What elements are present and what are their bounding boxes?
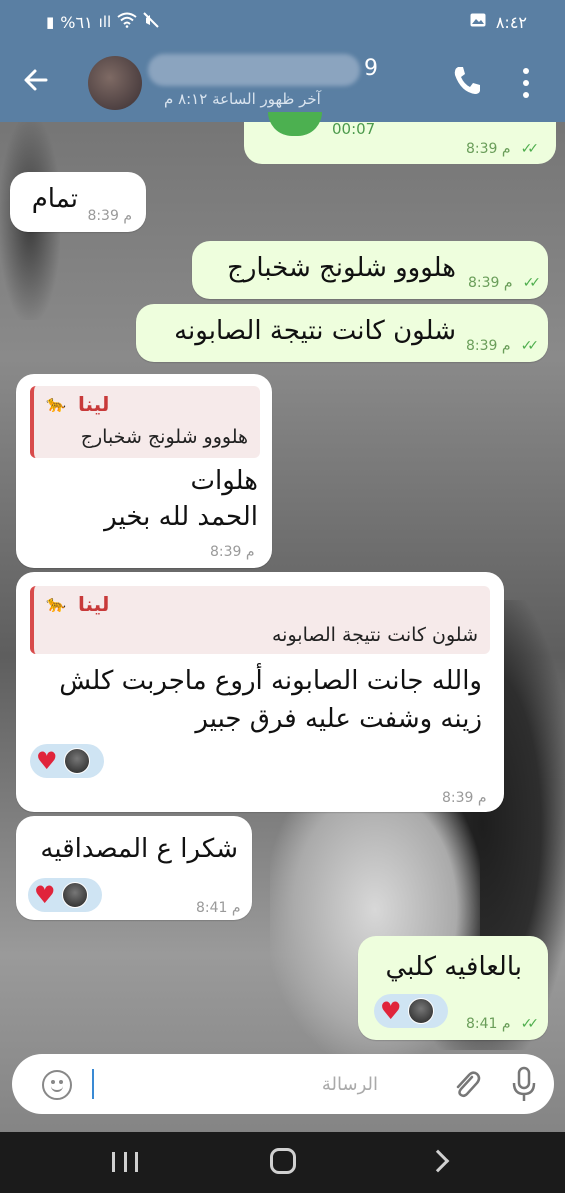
message-composer [12,1054,554,1114]
message-bubble-incoming[interactable]: شكرا ع المصداقيه ♥ 8:41 م [16,816,252,920]
message-meta: 8:39 م ✓✓ [466,141,540,157]
battery-level: %٦١ [60,12,93,32]
heart-reaction-icon: ♥ [380,997,402,1025]
message-time: 8:41 م [466,1016,511,1032]
read-receipt-icon: ✓✓ [520,1016,540,1032]
status-time: ٨:٤٢ [495,12,527,32]
reply-sender-name: لينا [78,592,110,616]
contact-name-redacted[interactable] [148,54,360,86]
message-text-line-2: الحمد لله بخير [104,502,258,532]
chat-header: 9 آخر ظهور الساعة ٨:١٢ م [0,44,565,122]
message-text: شكرا ع المصداقيه [40,834,238,864]
reaction-chip[interactable]: ♥ [28,878,102,912]
message-time: 8:39 م [466,141,511,157]
message-bubble-outgoing[interactable]: بالعافيه كلبي ♥ 8:41 م ✓✓ [358,936,548,1040]
status-right: ٨:٤٢ [470,13,527,32]
message-bubble-incoming-reply[interactable]: 🐆 لينا هلووو شلونج شخبارج هلوات الحمد لل… [16,374,272,568]
status-left: ▮ %٦١ ıll [46,12,159,32]
message-time: 8:39 م [442,790,487,806]
battery-icon: ▮ [46,13,55,31]
read-receipt-icon: ✓✓ [522,275,542,291]
reaction-chip[interactable]: ♥ [374,994,448,1028]
contact-name-digit: 9 [364,56,378,81]
message-meta: 8:39 م ✓✓ [466,338,540,354]
emoji-icon[interactable] [42,1070,72,1100]
reactor-avatar [63,748,90,774]
mute-icon [143,12,159,32]
message-text-line-1: هلوات [190,466,258,496]
heart-reaction-icon: ♥ [34,881,56,909]
quoted-reply[interactable]: 🐆 لينا هلووو شلونج شخبارج [30,386,260,458]
microphone-icon[interactable] [510,1066,538,1104]
reaction-chip[interactable]: ♥ [30,744,104,778]
message-bubble-incoming-reply[interactable]: 🐆 لينا شلون كانت نتيجة الصابونه والله جا… [16,572,504,812]
message-meta: 8:41 م ✓✓ [466,1016,540,1032]
heart-reaction-icon: ♥ [36,747,58,775]
message-meta: 8:39 م ✓✓ [468,275,542,291]
back-arrow-icon[interactable] [22,66,50,100]
message-time: 8:39 م [468,275,513,291]
cheetah-emoji-icon: 🐆 [46,594,66,613]
message-text: شلون كانت نتيجة الصابونه [174,316,456,346]
wifi-icon [117,12,137,32]
cheetah-emoji-icon: 🐆 [46,394,66,413]
home-icon[interactable] [270,1148,296,1174]
last-seen-status: آخر ظهور الساعة ٨:١٢ م [164,90,321,108]
system-nav-bar [0,1132,565,1193]
message-bubble-outgoing[interactable]: هلووو شلونج شخبارج 8:39 م ✓✓ [192,241,548,299]
image-icon [470,13,486,31]
message-text: بالعافيه كلبي [385,952,522,982]
attach-icon[interactable] [452,1068,482,1102]
message-time: 8:41 م [196,900,241,916]
message-time: 8:39 م [466,338,511,354]
status-bar: ▮ %٦١ ıll ٨:٤٢ [0,0,565,44]
reply-quoted-text: شلون كانت نتيجة الصابونه [272,624,478,646]
audio-duration: 00:07 [332,120,376,138]
reactor-avatar [407,998,434,1024]
message-time: 8:39 م [87,208,132,224]
message-text: تمام [31,184,78,214]
message-bubble-outgoing[interactable]: شلون كانت نتيجة الصابونه 8:39 م ✓✓ [136,304,548,362]
reply-quoted-text: هلووو شلونج شخبارج [80,426,248,448]
message-text-line-2: زينه وشفت عليه فرق جبير [195,704,482,734]
signal-icon: ıll [98,13,112,31]
message-time: 8:39 م [210,544,255,560]
reactor-avatar [61,882,88,908]
phone-icon[interactable] [452,64,482,98]
read-receipt-icon: ✓✓ [520,338,540,354]
contact-avatar[interactable] [88,56,142,110]
message-text-line-1: والله جانت الصابونه أروع ماجربت كلش [59,666,482,696]
reply-sender-name: لينا [78,392,110,416]
nav-back-icon[interactable] [426,1149,450,1173]
read-receipt-icon: ✓✓ [520,141,540,157]
text-cursor [92,1069,94,1099]
quoted-reply[interactable]: 🐆 لينا شلون كانت نتيجة الصابونه [30,586,490,654]
message-text: هلووو شلونج شخبارج [227,253,456,283]
recent-apps-icon[interactable] [112,1152,138,1172]
message-bubble-incoming[interactable]: تمام 8:39 م [10,172,146,232]
message-input[interactable] [98,1068,378,1100]
more-vert-icon[interactable] [522,68,530,98]
